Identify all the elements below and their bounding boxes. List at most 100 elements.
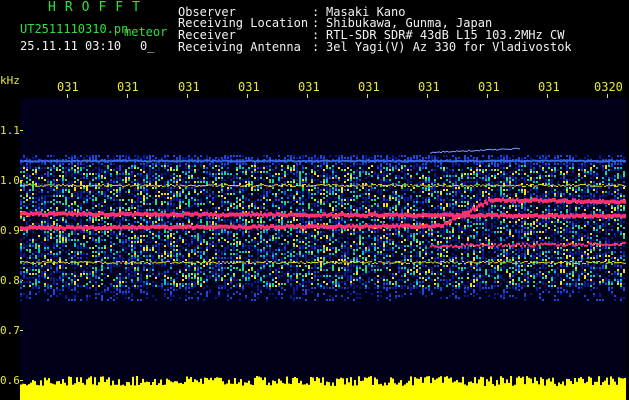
noise-pixel xyxy=(323,197,325,199)
noise-pixel xyxy=(95,211,97,213)
noise-pixel xyxy=(530,189,532,191)
noise-pixel xyxy=(155,235,157,237)
noise-pixel xyxy=(260,231,262,233)
noise-pixel xyxy=(68,181,70,183)
noise-pixel xyxy=(221,187,223,189)
noise-pixel xyxy=(47,155,49,157)
noise-pixel xyxy=(416,199,418,201)
noise-pixel xyxy=(254,169,256,171)
noise-pixel xyxy=(251,205,253,207)
noise-pixel xyxy=(32,209,34,211)
noise-pixel xyxy=(71,205,73,207)
noise-pixel xyxy=(77,167,79,169)
noise-pixel xyxy=(32,223,34,225)
noise-pixel xyxy=(473,163,475,165)
noise-pixel xyxy=(488,179,490,181)
noise-pixel xyxy=(395,197,397,199)
noise-pixel xyxy=(197,241,199,243)
noise-pixel xyxy=(572,179,574,181)
noise-pixel xyxy=(377,173,379,175)
noise-pixel xyxy=(134,233,136,235)
noise-pixel xyxy=(164,223,166,225)
noise-pixel xyxy=(308,191,310,193)
noise-pixel xyxy=(563,203,565,205)
noise-pixel xyxy=(176,239,178,241)
noise-pixel xyxy=(494,173,496,175)
noise-pixel xyxy=(221,175,223,177)
noise-pixel xyxy=(440,199,442,201)
noise-pixel xyxy=(56,231,58,233)
noise-pixel xyxy=(65,233,67,235)
noise-pixel xyxy=(146,229,148,231)
noise-pixel xyxy=(107,181,109,183)
noise-pixel xyxy=(77,205,79,207)
noise-pixel xyxy=(146,203,148,205)
noise-pixel xyxy=(74,233,76,235)
noise-pixel xyxy=(569,193,571,195)
noise-pixel xyxy=(20,201,22,203)
noise-pixel xyxy=(260,171,262,173)
noise-pixel xyxy=(590,163,592,165)
noise-pixel xyxy=(149,219,151,221)
noise-pixel xyxy=(350,217,352,219)
noise-pixel xyxy=(476,193,478,195)
noise-pixel xyxy=(143,189,145,191)
noise-pixel xyxy=(548,163,550,165)
noise-pixel xyxy=(266,241,268,243)
noise-pixel xyxy=(77,223,79,225)
noise-pixel xyxy=(452,205,454,207)
noise-pixel xyxy=(509,229,511,231)
noise-pixel xyxy=(563,179,565,181)
noise-pixel xyxy=(179,191,181,193)
noise-pixel xyxy=(467,241,469,243)
noise-pixel xyxy=(254,171,256,173)
noise-pixel xyxy=(476,179,478,181)
noise-pixel xyxy=(452,229,454,231)
noise-pixel xyxy=(590,167,592,169)
noise-pixel xyxy=(278,179,280,181)
noise-pixel xyxy=(53,231,55,233)
noise-pixel xyxy=(620,219,622,221)
noise-pixel xyxy=(449,199,451,201)
noise-pixel xyxy=(605,179,607,181)
noise-pixel xyxy=(86,175,88,177)
noise-pixel xyxy=(89,231,91,233)
noise-pixel xyxy=(65,175,67,177)
noise-pixel xyxy=(410,219,412,221)
noise-pixel xyxy=(68,197,70,199)
noise-pixel xyxy=(170,179,172,181)
noise-pixel xyxy=(395,165,397,167)
noise-pixel xyxy=(557,157,559,159)
noise-pixel xyxy=(56,243,58,245)
noise-pixel xyxy=(431,183,433,185)
noise-pixel xyxy=(224,229,226,231)
noise-pixel xyxy=(74,241,76,243)
noise-pixel xyxy=(524,163,526,165)
noise-pixel xyxy=(152,239,154,241)
noise-pixel xyxy=(461,197,463,199)
noise-pixel xyxy=(266,199,268,201)
noise-pixel xyxy=(494,239,496,241)
noise-pixel xyxy=(164,167,166,169)
noise-pixel xyxy=(449,179,451,181)
noise-pixel xyxy=(239,203,241,205)
noise-pixel xyxy=(110,223,112,225)
noise-pixel xyxy=(284,157,286,159)
noise-pixel xyxy=(596,229,598,231)
noise-pixel xyxy=(440,165,442,167)
noise-pixel xyxy=(458,187,460,189)
noise-pixel xyxy=(83,157,85,159)
noise-pixel xyxy=(347,209,349,211)
noise-pixel xyxy=(209,171,211,173)
noise-pixel xyxy=(47,195,49,197)
noise-pixel xyxy=(551,223,553,225)
noise-pixel xyxy=(137,181,139,183)
noise-pixel xyxy=(233,235,235,237)
noise-pixel xyxy=(173,155,175,157)
noise-pixel xyxy=(170,175,172,177)
noise-pixel xyxy=(173,187,175,189)
noise-pixel xyxy=(206,191,208,193)
noise-pixel xyxy=(479,165,481,167)
noise-pixel xyxy=(314,171,316,173)
noise-pixel xyxy=(71,217,73,219)
